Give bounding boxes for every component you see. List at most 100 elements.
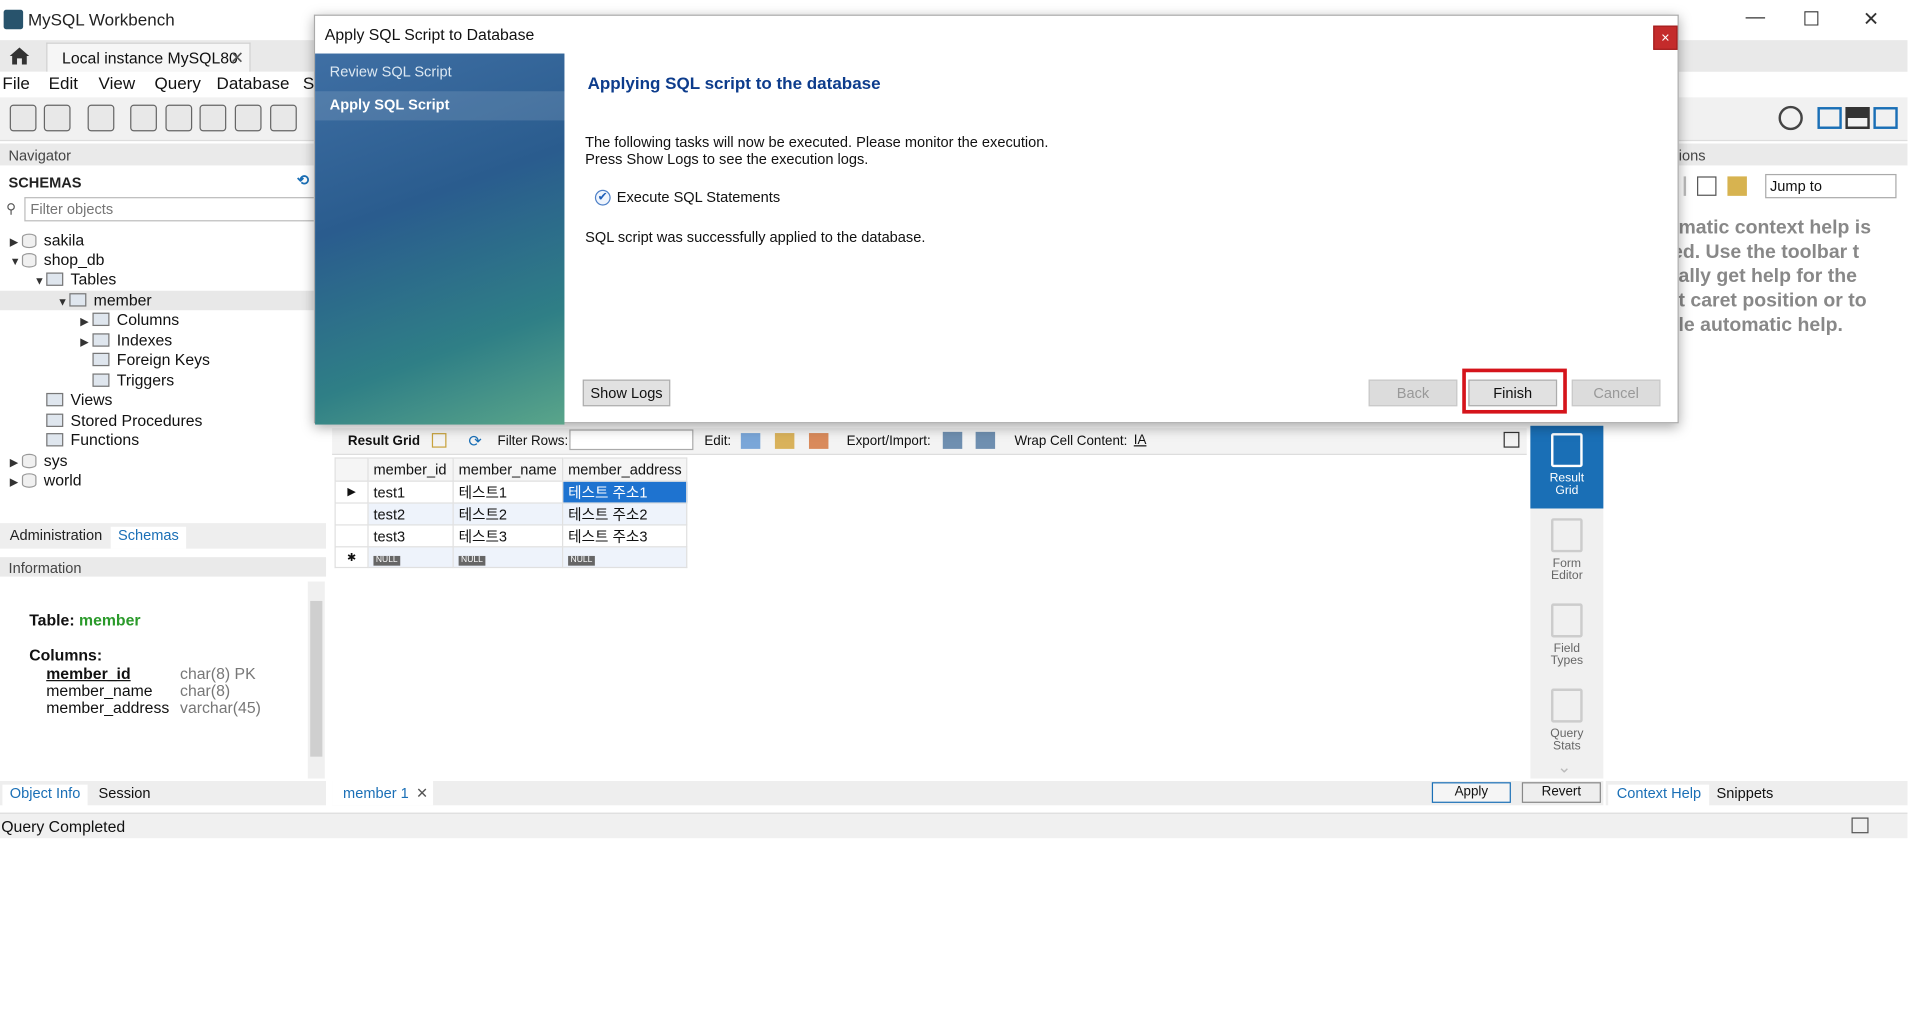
tree-item-foreign-keys[interactable]: Foreign Keys xyxy=(92,350,210,369)
form-editor-button[interactable]: Form Editor xyxy=(1530,511,1603,594)
tree-item-tables[interactable]: ▼ Tables xyxy=(34,270,116,289)
table-cell[interactable]: test2 xyxy=(367,502,454,526)
import-icon[interactable] xyxy=(975,431,996,449)
home-button[interactable] xyxy=(2,40,36,72)
new-row[interactable]: ✱ NULL NULL NULL xyxy=(334,546,688,569)
toggle-panel-icon[interactable] xyxy=(1503,431,1520,448)
row-header xyxy=(334,524,369,548)
tree-item-sys[interactable]: ▶ sys xyxy=(10,451,68,470)
create-table-icon[interactable] xyxy=(165,104,193,132)
revert-button[interactable]: Revert xyxy=(1521,782,1601,803)
tree-item-triggers[interactable]: Triggers xyxy=(92,371,174,390)
minimize-button[interactable]: — xyxy=(1737,7,1773,31)
menu-database[interactable]: Database xyxy=(217,73,290,92)
create-procedure-icon[interactable] xyxy=(234,104,262,132)
menu-edit[interactable]: Edit xyxy=(49,73,78,92)
tab-schemas[interactable]: Schemas xyxy=(110,526,187,549)
tree-item-shop-db[interactable]: ▼ shop_db xyxy=(10,251,105,270)
tab-context-help[interactable]: Context Help xyxy=(1608,784,1710,807)
table-cell[interactable]: 테스트 주소3 xyxy=(562,524,688,548)
toggle-sidebar-icon[interactable] xyxy=(1817,107,1842,129)
table-cell[interactable]: test1 xyxy=(367,480,454,504)
step-apply-sql-script: Apply SQL Script xyxy=(329,96,450,114)
connection-tab[interactable]: Local instance MySQL80 ✕ xyxy=(46,42,251,72)
column-header[interactable]: member_id xyxy=(367,457,454,482)
table-cell[interactable]: 테스트1 xyxy=(452,480,564,504)
table-cell[interactable]: 테스트 주소2 xyxy=(562,502,688,526)
column-header[interactable]: member_name xyxy=(452,457,564,482)
result-grid-view-button[interactable]: Result Grid xyxy=(1530,425,1604,509)
chevron-down-icon[interactable]: ⌄ xyxy=(1557,757,1571,778)
table-row[interactable]: ▶ test1 테스트1 테스트 주소1 xyxy=(334,480,688,504)
table-cell[interactable]: NULL xyxy=(562,546,688,569)
tab-administration[interactable]: Administration xyxy=(2,527,109,544)
jump-to-input[interactable]: Jump to xyxy=(1765,173,1897,199)
filter-objects-input[interactable] xyxy=(24,197,327,222)
create-schema-icon[interactable] xyxy=(130,104,157,132)
open-sql-script-icon[interactable] xyxy=(43,104,71,132)
tree-item-views[interactable]: Views xyxy=(46,390,112,409)
toggle-output-icon[interactable] xyxy=(1845,107,1870,129)
info-scrollbar[interactable] xyxy=(307,581,325,779)
scrollbar-thumb[interactable] xyxy=(310,600,323,757)
tree-item-sakila[interactable]: ▶ sakila xyxy=(10,231,85,250)
menu-query[interactable]: Query xyxy=(154,73,200,92)
maximize-button[interactable]: ☐ xyxy=(1793,7,1829,31)
toggle-secondary-sidebar-icon[interactable] xyxy=(1873,107,1898,129)
close-tab-icon[interactable]: ✕ xyxy=(230,47,244,68)
menu-view[interactable]: View xyxy=(99,73,136,92)
tree-item-stored-procedures[interactable]: Stored Procedures xyxy=(46,411,202,430)
indexes-icon xyxy=(92,333,110,347)
apply-button[interactable]: Apply xyxy=(1431,782,1511,803)
table-row[interactable]: test2 테스트2 테스트 주소2 xyxy=(334,502,688,526)
table-cell[interactable]: NULL xyxy=(367,546,454,569)
cancel-button[interactable]: Cancel xyxy=(1571,379,1661,407)
refresh-icon[interactable]: ⟳ xyxy=(468,432,481,451)
refresh-schemas-icon[interactable]: ⟲ xyxy=(297,172,309,189)
back-button[interactable]: Back xyxy=(1368,379,1458,407)
table-row[interactable]: test3 테스트3 테스트 주소3 xyxy=(334,524,688,548)
side-label: Stats xyxy=(1552,739,1581,754)
close-result-tab-icon[interactable]: ✕ xyxy=(416,785,428,802)
information-header: Information xyxy=(0,557,327,577)
wrap-toggle-icon[interactable]: IA xyxy=(1134,433,1147,448)
tree-item-member[interactable]: ▼ member xyxy=(0,290,327,311)
show-logs-button[interactable]: Show Logs xyxy=(582,379,671,407)
information-panel: Table: member Columns: member_id char(8)… xyxy=(0,579,327,780)
field-types-button[interactable]: Field Types xyxy=(1530,596,1603,679)
create-view-icon[interactable] xyxy=(199,104,227,132)
output-toggle-icon[interactable] xyxy=(1851,817,1869,834)
close-window-button[interactable]: ✕ xyxy=(1853,7,1889,31)
edit-row-icon[interactable] xyxy=(740,433,761,449)
new-sql-tab-icon[interactable] xyxy=(9,104,37,132)
delete-row-icon[interactable] xyxy=(808,433,829,449)
grid-icon[interactable] xyxy=(431,433,447,448)
tab-snippets[interactable]: Snippets xyxy=(1708,785,1782,802)
manual-help-icon[interactable] xyxy=(1727,176,1747,196)
create-function-icon[interactable] xyxy=(270,104,297,132)
table-cell[interactable]: 테스트3 xyxy=(452,524,564,548)
result-tab-member[interactable]: member 1 xyxy=(343,785,409,802)
insert-row-icon[interactable] xyxy=(774,433,795,449)
help-back-icon[interactable] xyxy=(1697,176,1717,196)
tree-item-indexes[interactable]: ▶ Indexes xyxy=(80,331,172,350)
table-cell[interactable]: test3 xyxy=(367,524,454,548)
tree-item-functions[interactable]: Functions xyxy=(46,431,139,450)
settings-gear-icon[interactable] xyxy=(1778,105,1803,131)
tab-session[interactable]: Session xyxy=(91,785,158,802)
dialog-close-button[interactable]: × xyxy=(1653,25,1678,50)
tree-item-world[interactable]: ▶ world xyxy=(10,471,82,490)
table-cell[interactable]: 테스트2 xyxy=(452,502,564,526)
inspector-icon[interactable] xyxy=(87,104,115,132)
filter-rows-input[interactable] xyxy=(569,429,694,451)
tree-item-columns[interactable]: ▶ Columns xyxy=(80,310,179,329)
column-header[interactable]: member_address xyxy=(562,457,688,482)
tab-object-info[interactable]: Object Info xyxy=(2,784,88,807)
menu-file[interactable]: File xyxy=(2,73,29,92)
export-icon[interactable] xyxy=(942,431,963,449)
tables-folder-icon xyxy=(46,272,64,286)
table-cell[interactable]: NULL xyxy=(452,546,564,569)
selected-cell[interactable]: 테스트 주소1 xyxy=(562,480,688,504)
menu-server[interactable]: S xyxy=(303,73,314,92)
query-stats-button[interactable]: Query Stats xyxy=(1530,681,1603,764)
